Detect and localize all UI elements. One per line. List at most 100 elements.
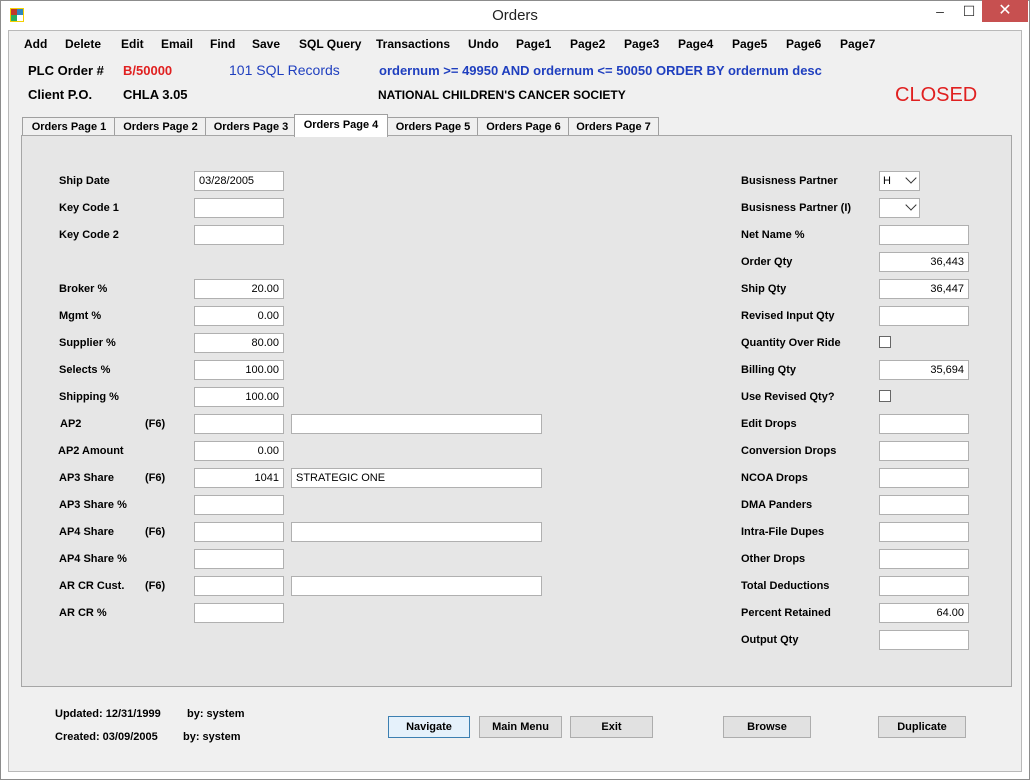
mgmt-field[interactable] (194, 306, 284, 326)
ar-cr-cust-name-field[interactable] (291, 576, 542, 596)
quantity-override-checkbox[interactable] (879, 336, 891, 348)
menu-page4[interactable]: Page4 (678, 37, 713, 51)
menu-page6[interactable]: Page6 (786, 37, 821, 51)
broker-field[interactable] (194, 279, 284, 299)
window-title: Orders (492, 7, 538, 24)
orders-page-4-panel (21, 135, 1012, 687)
edit-drops-field[interactable] (879, 414, 969, 434)
maximize-icon[interactable]: ☐ (955, 0, 983, 24)
mgmt-label: Mgmt % (59, 310, 102, 322)
percent-retained-label: Percent Retained (741, 607, 831, 619)
organization-name: NATIONAL CHILDREN'S CANCER SOCIETY (378, 88, 626, 102)
tab-orders-page-6[interactable]: Orders Page 6 (477, 117, 570, 136)
conversion-drops-label: Conversion Drops (741, 445, 837, 457)
use-revised-qty-checkbox[interactable] (879, 390, 891, 402)
selects-label: Selects % (59, 364, 111, 376)
tab-orders-page-5[interactable]: Orders Page 5 (387, 117, 479, 136)
output-qty-field[interactable] (879, 630, 969, 650)
shipping-field[interactable] (194, 387, 284, 407)
tab-orders-page-2[interactable]: Orders Page 2 (114, 117, 207, 136)
ap3-share-pct-field[interactable] (194, 495, 284, 515)
ap2-amount-label: AP2 Amount (58, 445, 124, 457)
ship-qty-field[interactable] (879, 279, 969, 299)
exit-button[interactable]: Exit (570, 716, 653, 738)
ap3-share-f6-hint: (F6) (145, 472, 166, 484)
ship-date-label: Ship Date (59, 175, 110, 187)
ap2-amount-field[interactable] (194, 441, 284, 461)
ncoa-drops-label: NCOA Drops (741, 472, 808, 484)
ap2-name-field[interactable] (291, 414, 542, 434)
minimize-icon[interactable]: – (926, 0, 954, 24)
revised-input-qty-field[interactable] (879, 306, 969, 326)
chevron-down-icon (905, 199, 917, 211)
navigate-button[interactable]: Navigate (388, 716, 470, 738)
output-qty-label: Output Qty (741, 634, 799, 646)
ap4-share-f6-hint: (F6) (145, 526, 166, 538)
ap3-share-label: AP3 Share (59, 472, 115, 484)
conversion-drops-field[interactable] (879, 441, 969, 461)
menu-email[interactable]: Email (161, 37, 193, 51)
business-partner-value: H (883, 175, 891, 187)
percent-retained-field[interactable] (879, 603, 969, 623)
billing-qty-field[interactable] (879, 360, 969, 380)
total-deductions-field[interactable] (879, 576, 969, 596)
ap2-code-field[interactable] (194, 414, 284, 434)
menu-page5[interactable]: Page5 (732, 37, 767, 51)
ship-date-field[interactable] (194, 171, 284, 191)
ar-cr-pct-field[interactable] (194, 603, 284, 623)
ap4-share-name-field[interactable] (291, 522, 542, 542)
ship-qty-label: Ship Qty (741, 283, 787, 295)
key-code-2-field[interactable] (194, 225, 284, 245)
business-partner-select[interactable]: H (879, 171, 920, 191)
client-po-label: Client P.O. (28, 87, 93, 102)
ap4-share-label: AP4 Share (59, 526, 115, 538)
order-qty-field[interactable] (879, 252, 969, 272)
browse-button[interactable]: Browse (723, 716, 811, 738)
tab-orders-page-4[interactable]: Orders Page 4 (294, 114, 388, 137)
net-name-field[interactable] (879, 225, 969, 245)
client-po-value: CHLA 3.05 (123, 87, 188, 102)
menu-delete[interactable]: Delete (65, 37, 101, 51)
tab-orders-page-3[interactable]: Orders Page 3 (205, 117, 297, 136)
menu-page1[interactable]: Page1 (516, 37, 551, 51)
plc-order-label: PLC Order # (28, 63, 104, 78)
menu-edit[interactable]: Edit (121, 37, 144, 51)
ap4-share-code-field[interactable] (194, 522, 284, 542)
sql-query-text: ordernum >= 49950 AND ordernum <= 50050 … (379, 63, 822, 78)
menu-page3[interactable]: Page3 (624, 37, 659, 51)
order-qty-label: Order Qty (741, 256, 793, 268)
menu-page2[interactable]: Page2 (570, 37, 605, 51)
other-drops-field[interactable] (879, 549, 969, 569)
menu-transactions[interactable]: Transactions (376, 37, 450, 51)
total-deductions-label: Total Deductions (741, 580, 830, 592)
quantity-override-label: Quantity Over Ride (741, 337, 841, 349)
ap4-share-pct-field[interactable] (194, 549, 284, 569)
selects-field[interactable] (194, 360, 284, 380)
menu-find[interactable]: Find (210, 37, 235, 51)
business-partner-i-select[interactable] (879, 198, 920, 218)
use-revised-qty-label: Use Revised Qty? (741, 391, 835, 403)
tab-orders-page-7[interactable]: Orders Page 7 (568, 117, 659, 136)
ap3-share-name-field[interactable] (291, 468, 542, 488)
business-partner-label: Busisness Partner (741, 175, 838, 187)
main-menu-button[interactable]: Main Menu (479, 716, 562, 738)
supplier-label: Supplier % (59, 337, 116, 349)
supplier-field[interactable] (194, 333, 284, 353)
menu-sql-query[interactable]: SQL Query (299, 37, 361, 51)
menu-save[interactable]: Save (252, 37, 280, 51)
key-code-1-field[interactable] (194, 198, 284, 218)
ar-cr-pct-label: AR CR % (59, 607, 107, 619)
ar-cr-cust-code-field[interactable] (194, 576, 284, 596)
menu-add[interactable]: Add (24, 37, 47, 51)
ncoa-drops-field[interactable] (879, 468, 969, 488)
close-icon[interactable]: ✕ (982, 0, 1028, 22)
business-partner-i-label: Busisness Partner (I) (741, 202, 852, 214)
intra-file-dupes-field[interactable] (879, 522, 969, 542)
menu-page7[interactable]: Page7 (840, 37, 875, 51)
menu-undo[interactable]: Undo (468, 37, 499, 51)
dma-panders-field[interactable] (879, 495, 969, 515)
ap3-share-code-field[interactable] (194, 468, 284, 488)
broker-label: Broker % (59, 283, 108, 295)
tab-orders-page-1[interactable]: Orders Page 1 (22, 117, 116, 136)
duplicate-button[interactable]: Duplicate (878, 716, 966, 738)
